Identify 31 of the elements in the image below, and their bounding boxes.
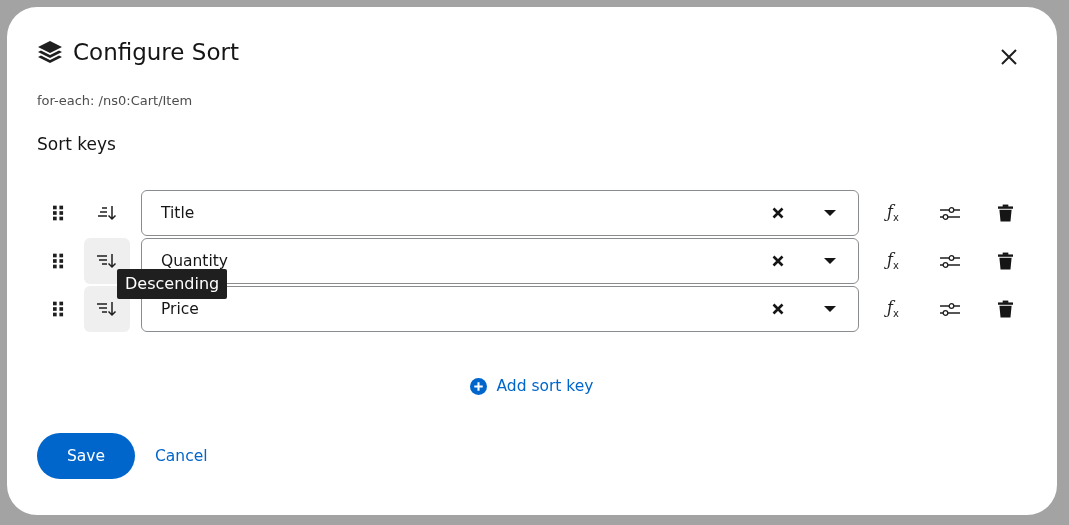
- section-title: Sort keys: [37, 134, 117, 154]
- sort-direction-icon: [96, 300, 118, 318]
- trash-icon[interactable]: [998, 204, 1013, 222]
- clear-icon[interactable]: [772, 255, 784, 267]
- caret-icon[interactable]: [824, 305, 836, 313]
- field-select[interactable]: Title: [141, 190, 859, 236]
- plus-circle-icon: [470, 377, 488, 395]
- settings-icon[interactable]: [940, 302, 960, 316]
- drag-handle-icon[interactable]: [53, 205, 64, 221]
- dialog-title: Configure Sort: [73, 39, 240, 65]
- add-sort-key-link[interactable]: Add sort key: [470, 377, 594, 395]
- save-button[interactable]: Save: [37, 433, 135, 479]
- trash-icon[interactable]: [998, 252, 1013, 270]
- drag-handle-icon[interactable]: [53, 301, 64, 317]
- clear-icon[interactable]: [772, 303, 784, 315]
- function-button[interactable]: ƒ$_{x}$: [883, 250, 903, 272]
- trash-icon[interactable]: [998, 300, 1013, 318]
- settings-icon[interactable]: [940, 206, 960, 220]
- sort-direction-icon: [96, 204, 118, 222]
- function-button[interactable]: ƒ$_{x}$: [883, 298, 903, 320]
- sort-direction-icon: [96, 252, 118, 270]
- caret-icon[interactable]: [824, 257, 836, 265]
- caret-icon[interactable]: [824, 209, 836, 217]
- layers-icon: [37, 40, 63, 64]
- clear-icon[interactable]: [772, 207, 784, 219]
- settings-icon[interactable]: [940, 254, 960, 268]
- drag-handle-icon[interactable]: [53, 253, 64, 269]
- tooltip: Descending: [117, 269, 228, 299]
- function-button[interactable]: ƒ$_{x}$: [883, 202, 903, 224]
- subtitle: for-each: /ns0:Cart/Item: [37, 93, 194, 108]
- cancel-link[interactable]: Cancel: [155, 447, 208, 465]
